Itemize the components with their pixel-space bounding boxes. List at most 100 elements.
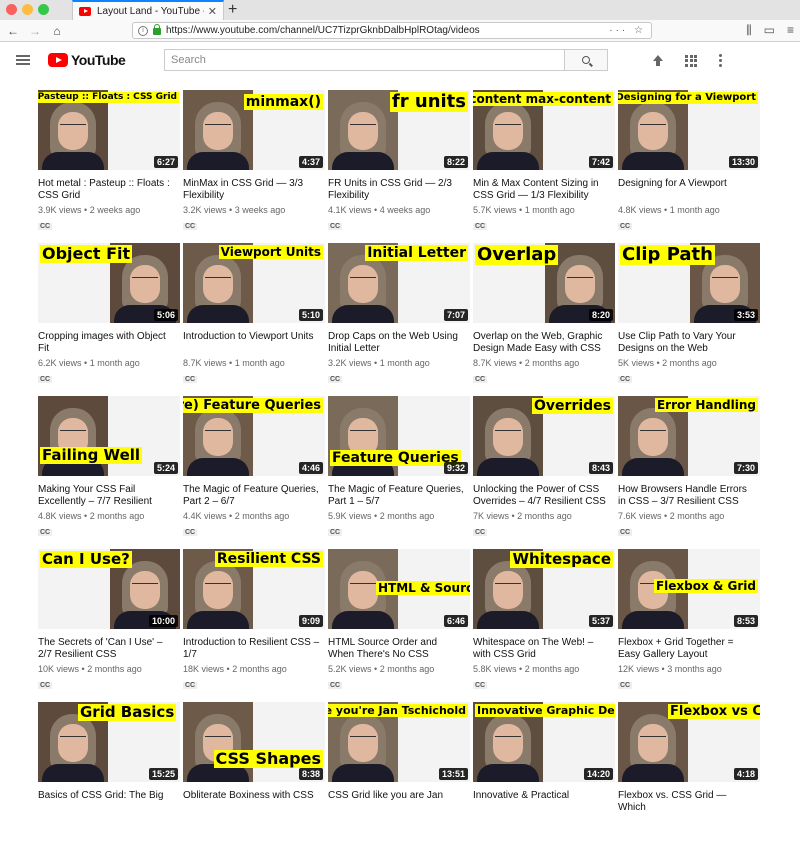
video-card[interactable]: CSS Shapes 8:38 Obliterate Boxiness with C…: [183, 702, 328, 855]
video-thumbnail[interactable]: Viewport Units 5:10: [183, 243, 325, 323]
video-thumbnail[interactable]: Failing Well 5:24: [38, 396, 180, 476]
video-card[interactable]: Whitespace 5:37 Whitespace on The Web! – w…: [473, 549, 618, 702]
video-thumbnail[interactable]: Feature Queries 9:32: [328, 396, 470, 476]
video-card[interactable]: Initial Letter 7:07 Drop Caps on the Web U…: [328, 243, 473, 396]
video-title[interactable]: Flexbox vs. CSS Grid — Which: [618, 790, 756, 814]
more-options-icon[interactable]: [719, 54, 722, 67]
video-card[interactable]: Clip Path 3:53 Use Clip Path to Vary Your …: [618, 243, 763, 396]
video-title[interactable]: Introduction to Resilient CSS – 1/7: [183, 637, 321, 661]
home-icon[interactable]: ⌂: [50, 24, 64, 38]
video-thumbnail[interactable]: HTML & Source Order 6:46: [328, 549, 470, 629]
video-card[interactable]: (more) Feature Queries 4:46 The Magic of F…: [183, 396, 328, 549]
video-thumbnail[interactable]: Resilient CSS 9:09: [183, 549, 325, 629]
video-title[interactable]: Basics of CSS Grid: The Big: [38, 790, 176, 814]
library-icon[interactable]: ⫼: [746, 23, 752, 38]
video-card[interactable]: Grid Basics 15:25 Basics of CSS Grid: The …: [38, 702, 183, 855]
video-thumbnail[interactable]: CSS Shapes 8:38: [183, 702, 325, 782]
menu-icon[interactable]: ≡: [787, 23, 794, 38]
video-title[interactable]: The Magic of Feature Queries, Part 1 – 5…: [328, 484, 466, 508]
video-title[interactable]: Cropping images with Object Fit: [38, 331, 176, 355]
video-thumbnail[interactable]: Object Fit 5:06: [38, 243, 180, 323]
video-thumbnail[interactable]: Grid Basics 15:25: [38, 702, 180, 782]
video-title[interactable]: The Magic of Feature Queries, Part 2 – 6…: [183, 484, 321, 508]
video-thumbnail[interactable]: fr units 8:22: [328, 90, 470, 170]
guide-menu-icon[interactable]: [16, 55, 30, 65]
video-thumbnail[interactable]: Error Handling 7:30: [618, 396, 760, 476]
video-thumbnail[interactable]: Clip Path 3:53: [618, 243, 760, 323]
apps-grid-icon[interactable]: [685, 54, 697, 67]
video-title[interactable]: Flexbox + Grid Together = Easy Gallery L…: [618, 637, 756, 661]
video-title[interactable]: Innovative & Practical: [473, 790, 611, 814]
upload-age: 2 months ago: [517, 511, 572, 521]
video-title[interactable]: How Browsers Handle Errors in CSS – 3/7 …: [618, 484, 756, 508]
video-card[interactable]: Innovative Graphic Design14:20 Innovative…: [473, 702, 618, 855]
search-input[interactable]: [164, 49, 564, 71]
video-title[interactable]: Designing for A Viewport: [618, 178, 756, 202]
address-bar[interactable]: i https://www.youtube.com/channel/UC7Tiz…: [132, 22, 652, 39]
video-thumbnail[interactable]: min-content max-content 7:42: [473, 90, 615, 170]
zoom-window-button[interactable]: [38, 4, 49, 15]
video-title[interactable]: Making Your CSS Fail Excellently – 7/7 R…: [38, 484, 176, 508]
active-tab[interactable]: Layout Land - YouTube - YouTu ✕: [72, 0, 224, 20]
video-card[interactable]: Hot metal : Pasteup :: Floats : CSS Grid…: [38, 90, 183, 243]
video-thumbnail[interactable]: Flexbox & Grid 8:53: [618, 549, 760, 629]
video-thumbnail[interactable]: minmax() 4:37: [183, 90, 325, 170]
video-title[interactable]: Whitespace on The Web! – with CSS Grid: [473, 637, 611, 661]
video-card[interactable]: Overlap 8:20 Overlap on the Web, Graphic D…: [473, 243, 618, 396]
video-card[interactable]: fr units 8:22 FR Units in CSS Grid — 2/3 F…: [328, 90, 473, 243]
video-card[interactable]: Error Handling 7:30 How Browsers Handle Er…: [618, 396, 763, 549]
forward-arrow-icon[interactable]: →: [28, 24, 42, 38]
video-card[interactable]: Overrides 8:43 Unlocking the Power of CSS …: [473, 396, 618, 549]
video-card[interactable]: min-content max-content 7:42 Min & Max Con…: [473, 90, 618, 243]
sidebar-icon[interactable]: ▭: [764, 23, 775, 38]
new-tab-button[interactable]: +: [228, 1, 237, 19]
video-thumbnail[interactable]: Flexbox vs CSS Grid 4:18: [618, 702, 760, 782]
video-thumbnail[interactable]: Whitespace 5:37: [473, 549, 615, 629]
video-thumbnail[interactable]: Overlap 8:20: [473, 243, 615, 323]
video-thumbnail[interactable]: Innovative Graphic Design 14:20: [473, 702, 615, 782]
minimize-window-button[interactable]: [22, 4, 33, 15]
search-button[interactable]: [564, 49, 608, 71]
video-thumbnail[interactable]: Designing for a Viewport 13:30: [618, 90, 760, 170]
video-title[interactable]: Unlocking the Power of CSS Overrides – 4…: [473, 484, 611, 508]
video-title[interactable]: The Secrets of 'Can I Use' – 2/7 Resilie…: [38, 637, 176, 661]
video-title[interactable]: Obliterate Boxiness with CSS: [183, 790, 321, 814]
video-card[interactable]: Viewport Units 5:10 Introduction to Viewpo…: [183, 243, 328, 396]
back-arrow-icon[interactable]: ←: [6, 24, 20, 38]
video-title[interactable]: Drop Caps on the Web Using Initial Lette…: [328, 331, 466, 355]
tab-close-icon[interactable]: ✕: [208, 5, 217, 18]
video-title[interactable]: HTML Source Order and When There's No CS…: [328, 637, 466, 661]
url-text[interactable]: https://www.youtube.com/channel/UC7Tizpr…: [166, 25, 604, 36]
video-thumbnail[interactable]: Overrides 8:43: [473, 396, 615, 476]
video-title[interactable]: Use Clip Path to Vary Your Designs on th…: [618, 331, 756, 355]
video-title[interactable]: Hot metal : Pasteup :: Floats : CSS Grid: [38, 178, 176, 202]
close-window-button[interactable]: [6, 4, 17, 15]
video-thumbnail[interactable]: Grid like you're Jan Tschichold 13:51: [328, 702, 470, 782]
video-title[interactable]: MinMax in CSS Grid — 3/3 Flexibility: [183, 178, 321, 202]
upload-icon[interactable]: [653, 54, 663, 67]
video-card[interactable]: Designing for a Viewport 13:30 Designing f…: [618, 90, 763, 243]
video-thumbnail[interactable]: Can I Use? 10:00: [38, 549, 180, 629]
video-card[interactable]: Object Fit 5:06 Cropping images with Objec…: [38, 243, 183, 396]
video-card[interactable]: Failing Well 5:24 Making Your CSS Fail Exc…: [38, 396, 183, 549]
page-actions[interactable]: ··· ☆: [609, 25, 646, 36]
video-card[interactable]: Flexbox & Grid 8:53 Flexbox + Grid Togethe…: [618, 549, 763, 702]
video-card[interactable]: Feature Queries 9:32 The Magic of Feature …: [328, 396, 473, 549]
video-title[interactable]: Overlap on the Web, Graphic Design Made …: [473, 331, 611, 355]
video-title[interactable]: FR Units in CSS Grid — 2/3 Flexibility: [328, 178, 466, 202]
info-icon[interactable]: i: [138, 25, 148, 36]
video-title[interactable]: Introduction to Viewport Units: [183, 331, 321, 355]
video-card[interactable]: Grid like you're Jan Tschichold 13:51 CSS …: [328, 702, 473, 855]
video-thumbnail[interactable]: Initial Letter 7:07: [328, 243, 470, 323]
video-card[interactable]: Resilient CSS 9:09 Introduction to Resilie…: [183, 549, 328, 702]
video-thumbnail[interactable]: Hot metal : Pasteup :: Floats : CSS Grid…: [38, 90, 180, 170]
youtube-logo[interactable]: YouTube: [48, 52, 126, 68]
video-title[interactable]: CSS Grid like you are Jan: [328, 790, 466, 814]
meta-separator: •: [516, 664, 525, 674]
video-title[interactable]: Min & Max Content Sizing in CSS Grid — 1…: [473, 178, 611, 202]
video-card[interactable]: HTML & Source Order 6:46 HTML Source Order…: [328, 549, 473, 702]
video-card[interactable]: Can I Use? 10:00 The Secrets of 'Can I Use…: [38, 549, 183, 702]
video-thumbnail[interactable]: (more) Feature Queries 4:46: [183, 396, 325, 476]
video-card[interactable]: Flexbox vs CSS Grid 4:18 Flexbox vs. CSS G…: [618, 702, 763, 855]
video-card[interactable]: minmax() 4:37 MinMax in CSS Grid — 3/3 Fle…: [183, 90, 328, 243]
